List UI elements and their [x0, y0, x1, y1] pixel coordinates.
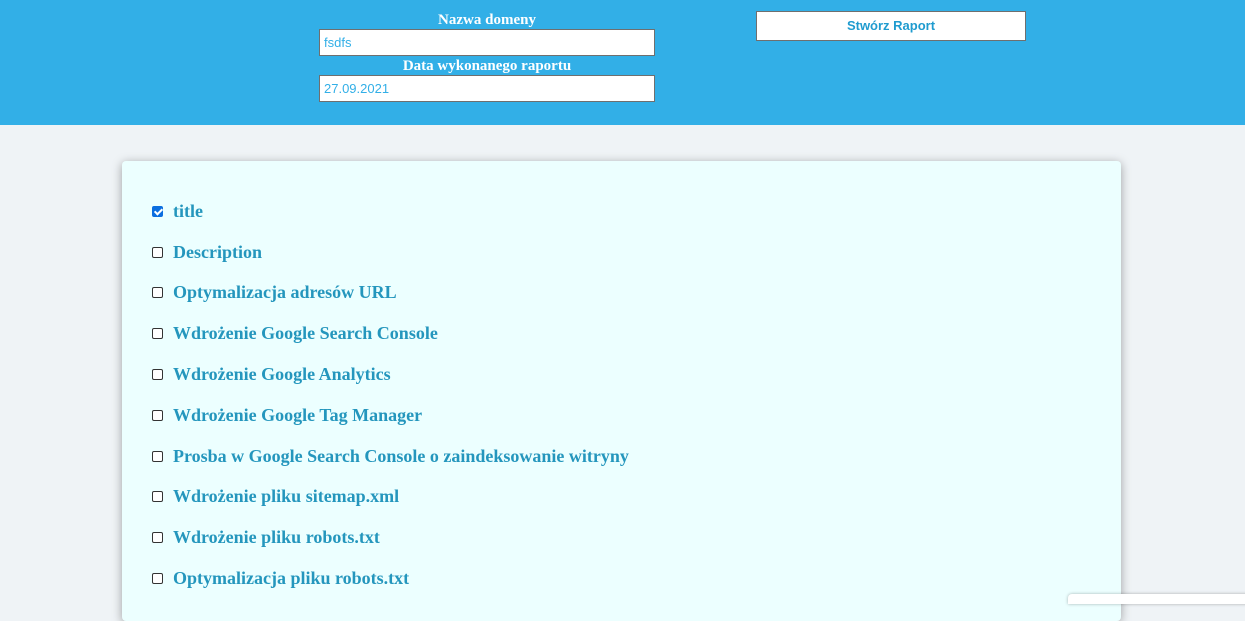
checkbox[interactable] [152, 409, 163, 421]
checklist-card: title Description Optymalizacja adresów … [122, 161, 1121, 621]
checkbox[interactable] [152, 369, 163, 381]
checkbox[interactable] [152, 246, 163, 258]
checklist-item[interactable]: Wdrożenie pliku robots.txt [152, 517, 629, 558]
checklist-item[interactable]: Wdrożenie pliku sitemap.xml [152, 477, 629, 518]
checklist-item[interactable]: Wdrożenie Google Tag Manager [152, 395, 629, 436]
checklist-item[interactable]: Optymalizacja pliku robots.txt [152, 558, 629, 599]
checkbox[interactable] [152, 287, 163, 299]
checklist-item-label[interactable]: Wdrożenie Google Analytics [173, 364, 391, 385]
checklist-item-label[interactable]: Wdrożenie Google Tag Manager [173, 405, 422, 426]
checkbox[interactable] [152, 532, 163, 544]
checklist-item-label[interactable]: Wdrożenie Google Search Console [173, 323, 438, 344]
checklist-item-label[interactable]: Wdrożenie pliku sitemap.xml [173, 486, 399, 507]
checklist-item-label[interactable]: title [173, 201, 203, 222]
date-input[interactable] [319, 75, 655, 102]
checklist-item-label[interactable]: Optymalizacja pliku robots.txt [173, 568, 409, 589]
checklist-item[interactable]: Wdrożenie Google Analytics [152, 354, 629, 395]
create-report-button[interactable]: Stwórz Raport [756, 11, 1026, 41]
seo-checklist: title Description Optymalizacja adresów … [152, 191, 629, 599]
checklist-item[interactable]: Description [152, 232, 629, 273]
checkbox[interactable] [152, 491, 163, 503]
checklist-item[interactable]: title [152, 191, 629, 232]
checklist-item-label[interactable]: Optymalizacja adresów URL [173, 282, 397, 303]
recaptcha-badge-edge [1068, 594, 1245, 604]
checklist-item-label[interactable]: Wdrożenie pliku robots.txt [173, 527, 380, 548]
checkbox[interactable] [152, 573, 163, 585]
checkbox[interactable] [152, 450, 163, 462]
checklist-item[interactable]: Optymalizacja adresów URL [152, 273, 629, 314]
report-header: Nazwa domeny Data wykonanego raportu Stw… [0, 0, 1245, 125]
checklist-item[interactable]: Wdrożenie Google Search Console [152, 313, 629, 354]
date-label: Data wykonanego raportu [402, 58, 572, 74]
domain-label: Nazwa domeny [438, 12, 536, 28]
checklist-item-label[interactable]: Prosba w Google Search Console o zaindek… [173, 446, 629, 467]
checkbox[interactable] [152, 205, 163, 217]
checklist-item[interactable]: Prosba w Google Search Console o zaindek… [152, 436, 629, 477]
domain-input[interactable] [319, 29, 655, 56]
checklist-item-label[interactable]: Description [173, 242, 262, 263]
checkbox[interactable] [152, 328, 163, 340]
